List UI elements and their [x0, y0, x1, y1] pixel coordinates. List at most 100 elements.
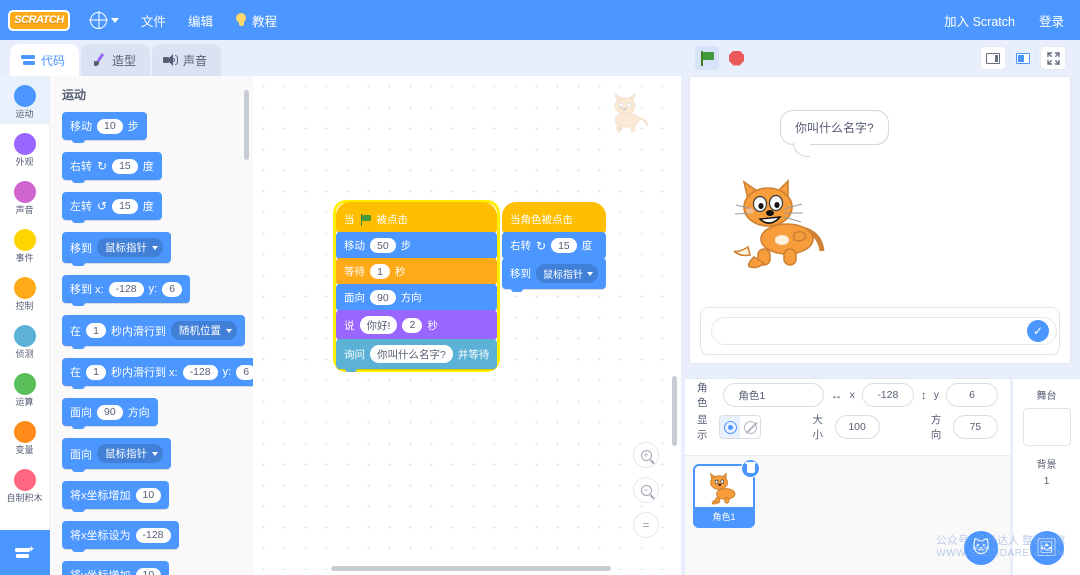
script-stack-script-flag[interactable]: 当被点击 移动 50 步等待 1 秒面向 90 方向说你好! 2 秒询问 你叫什么名字? 并等待 — [336, 202, 498, 372]
block-input-oval[interactable]: 6 — [162, 281, 183, 297]
block-point-direction[interactable]: 面向 90 方向 — [336, 284, 498, 314]
menu-item-file[interactable]: 文件 — [141, 11, 166, 30]
block-when-sprite-clicked[interactable]: 当角色被点击 — [502, 202, 606, 236]
add-backdrop-button[interactable]: 🖼 — [1029, 531, 1064, 565]
large-stage-button[interactable] — [1010, 46, 1036, 70]
block-input-oval[interactable]: 2 — [402, 317, 423, 333]
sprite-y-input[interactable]: 6 — [946, 383, 998, 407]
add-sprite-button[interactable]: 🐱 — [964, 531, 998, 565]
tab-code[interactable]: 代码 — [10, 44, 80, 76]
block-input-oval[interactable]: 6 — [236, 364, 253, 380]
menu-item-edit[interactable]: 编辑 — [188, 11, 213, 30]
palette-block-goto-xy[interactable]: 移到 x: -128 y: 6 — [62, 275, 191, 306]
menu-item-tutorials[interactable]: 教程 — [235, 11, 277, 30]
language-selector[interactable] — [90, 11, 119, 29]
tab-costumes[interactable]: 造型 — [81, 44, 151, 76]
block-input-oval[interactable]: -128 — [182, 364, 218, 380]
block-wait-seconds[interactable]: 等待 1 秒 — [336, 258, 498, 288]
stage[interactable]: 你叫什么名字? ✓ — [689, 76, 1071, 364]
category-item-4[interactable]: 控制 — [0, 268, 49, 316]
zoom-reset-button[interactable]: = — [633, 512, 659, 538]
block-dropdown[interactable]: 鼠标指针 — [97, 444, 163, 463]
small-stage-button[interactable] — [980, 46, 1006, 70]
palette-block-glide-xy[interactable]: 在 1 秒内滑行到 x: -128 y: 6 — [62, 358, 253, 389]
category-item-7[interactable]: 变量 — [0, 412, 49, 460]
sprite-name-input[interactable]: 角色1 — [723, 383, 824, 407]
scratch-logo[interactable]: SCRATCH — [8, 9, 70, 31]
show-sprite-button[interactable] — [720, 416, 741, 438]
zoom-in-button[interactable]: + — [633, 442, 659, 468]
category-item-8[interactable]: 自制积木 — [0, 460, 49, 508]
block-dropdown[interactable]: 鼠标指针 — [97, 238, 163, 257]
code-vertical-scrollbar[interactable] — [672, 376, 677, 446]
category-item-1[interactable]: 外观 — [0, 124, 49, 172]
stop-button[interactable] — [729, 50, 744, 66]
block-goto-target[interactable]: 移到 鼠标指针 — [502, 258, 606, 292]
block-turn-right[interactable]: 右转 ↻ 15 度 — [502, 232, 606, 262]
scratch-cat-sprite[interactable] — [732, 177, 832, 273]
palette-block-change-y[interactable]: 将y坐标增加 10 — [62, 561, 170, 575]
hide-sprite-button[interactable] — [740, 416, 760, 438]
palette-block-change-x[interactable]: 将x坐标增加 10 — [62, 481, 170, 512]
block-input-oval[interactable]: 10 — [135, 487, 162, 503]
block-input-oval[interactable]: 90 — [370, 290, 396, 305]
block-palette[interactable]: 运动 移动 10 步右转 ↻ 15 度左转 ↺ 15 度移到 鼠标指针 移到 x: -128 y: 6 在 1… — [50, 76, 253, 575]
block-move-steps[interactable]: 移动 50 步 — [336, 232, 498, 262]
add-extension-button[interactable]: ✦ — [0, 530, 50, 575]
category-item-5[interactable]: 侦测 — [0, 316, 49, 364]
block-when-flag-clicked[interactable]: 当 被点击 — [336, 202, 498, 236]
sprite-size-input[interactable]: 100 — [834, 415, 880, 439]
code-workspace[interactable]: 当被点击 移动 50 步等待 1 秒面向 90 方向说你好! 2 秒询问 你叫什么名字? 并等待 当角色… — [253, 76, 681, 575]
block-input-oval[interactable]: 1 — [86, 323, 106, 338]
category-item-2[interactable]: 声音 — [0, 172, 49, 220]
block-dropdown[interactable]: 鼠标指针 — [536, 264, 598, 283]
palette-block-glide-target[interactable]: 在 1 秒内滑行到 随机位置 — [62, 315, 245, 349]
block-ask-and-wait[interactable]: 询问 你叫什么名字? 并等待 — [336, 339, 498, 372]
tab-sounds[interactable]: 声音 — [152, 44, 222, 76]
palette-block-move[interactable]: 移动 10 步 — [62, 112, 147, 143]
palette-block-set-x[interactable]: 将x坐标设为 -128 — [62, 521, 179, 552]
sprite-card[interactable]: 角色1 — [693, 459, 760, 528]
green-flag-button[interactable] — [695, 46, 719, 70]
category-item-3[interactable]: 事件 — [0, 220, 49, 268]
answer-input[interactable] — [711, 317, 1057, 345]
script-stack-script-sprite-clicked[interactable]: 当角色被点击 右转 ↻ 15 度移到 鼠标指针 — [502, 202, 606, 292]
block-input-oval[interactable]: 90 — [97, 404, 123, 420]
category-item-6[interactable]: 运算 — [0, 364, 49, 412]
sign-in-button[interactable]: 登录 — [1039, 11, 1064, 30]
palette-block-point-towards[interactable]: 面向 鼠标指针 — [62, 438, 171, 472]
block-input-oval[interactable]: 你好! — [359, 316, 398, 334]
delete-sprite-button[interactable] — [741, 459, 760, 478]
block-input-oval[interactable]: 1 — [370, 264, 390, 279]
palette-block-turn-left[interactable]: 左转 ↺ 15 度 — [62, 192, 162, 223]
block-input-oval[interactable]: 15 — [112, 158, 138, 174]
palette-scrollbar[interactable] — [244, 90, 249, 160]
palette-block-turn-right[interactable]: 右转 ↻ 15 度 — [62, 152, 162, 183]
submit-answer-button[interactable]: ✓ — [1027, 320, 1049, 342]
block-input-oval[interactable]: 10 — [97, 118, 123, 134]
block-input-oval[interactable]: 1 — [86, 364, 106, 380]
zoom-out-button[interactable]: − — [633, 477, 659, 503]
zoom-reset-icon: = — [642, 518, 650, 532]
palette-block-goto-target[interactable]: 移到 鼠标指针 — [62, 232, 171, 266]
block-label: 移到 x: — [70, 284, 104, 296]
sprite-info-row-1: 角色 角色1 ↔ x -128 ↕ y 6 — [685, 379, 1010, 411]
block-say-for-secs[interactable]: 说你好! 2 秒 — [336, 310, 498, 343]
join-scratch-button[interactable]: 加入 Scratch — [944, 11, 1015, 30]
block-input-oval[interactable]: 10 — [135, 567, 162, 575]
block-input-oval[interactable]: -128 — [108, 281, 144, 297]
sprite-direction-input[interactable]: 75 — [952, 415, 998, 439]
block-input-oval[interactable]: 15 — [551, 238, 577, 253]
fullscreen-button[interactable] — [1040, 46, 1066, 70]
block-input-oval[interactable]: 50 — [370, 238, 396, 253]
block-input-oval[interactable]: 你叫什么名字? — [370, 345, 453, 363]
category-item-0[interactable]: 运动 — [0, 76, 49, 124]
sprite-x-input[interactable]: -128 — [861, 383, 914, 407]
category-label: 外观 — [15, 156, 34, 167]
backdrop-thumbnail[interactable] — [1022, 408, 1071, 446]
code-horizontal-scrollbar[interactable] — [331, 566, 611, 571]
block-input-oval[interactable]: 15 — [112, 198, 138, 214]
block-input-oval[interactable]: -128 — [135, 527, 171, 543]
block-dropdown[interactable]: 随机位置 — [171, 321, 237, 340]
palette-block-point-direction[interactable]: 面向 90 方向 — [62, 398, 158, 429]
